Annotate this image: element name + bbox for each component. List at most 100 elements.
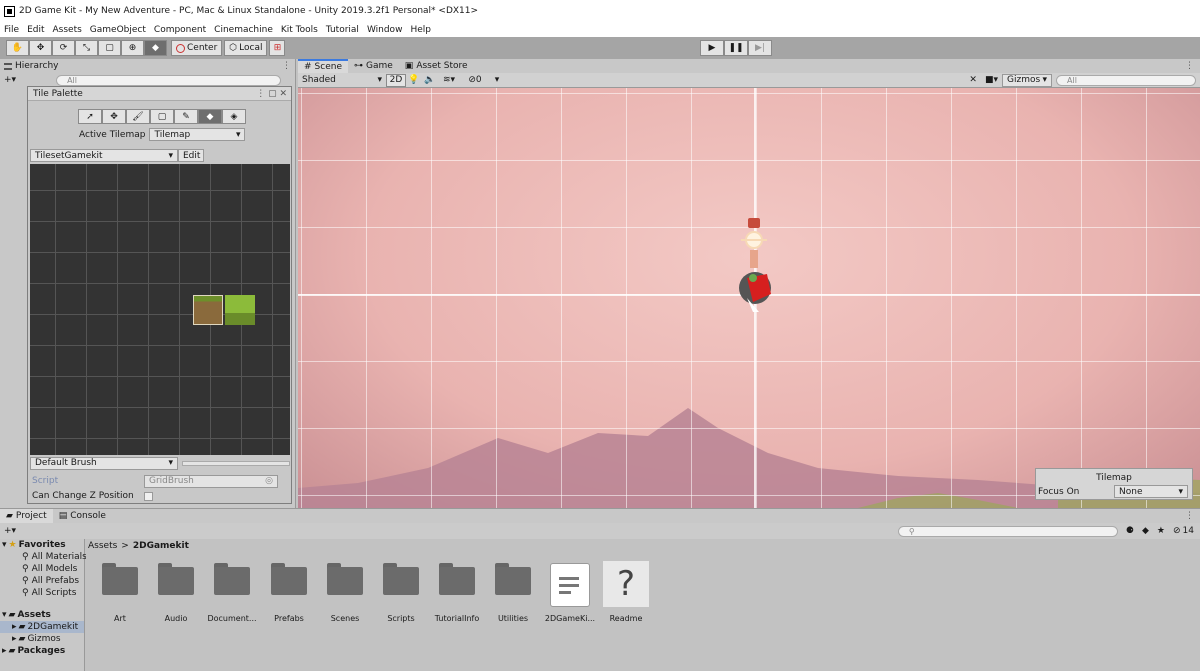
breadcrumb-item[interactable]: Assets bbox=[88, 541, 117, 551]
panel-menu-icon[interactable]: ⋮ bbox=[1185, 511, 1194, 521]
asset-folder[interactable]: Audio bbox=[148, 563, 204, 623]
favorite-star-icon[interactable]: ★ bbox=[1157, 526, 1165, 536]
pivot-center-button[interactable]: Center bbox=[171, 40, 223, 56]
tree-favorite-item[interactable]: ⚲ All Models bbox=[0, 563, 84, 575]
project-search-input[interactable]: ⚲ bbox=[897, 525, 1118, 537]
menu-tutorial[interactable]: Tutorial bbox=[322, 25, 363, 35]
gizmos-dropdown[interactable]: Gizmos ▾ bbox=[1002, 73, 1052, 87]
hierarchy-search-input[interactable]: All bbox=[56, 74, 282, 86]
brush-dropdown[interactable]: Default Brush ▾ bbox=[30, 456, 178, 470]
move-selection-button[interactable]: ✥ bbox=[102, 109, 126, 124]
pivot-local-button[interactable]: ⬡ Local bbox=[224, 40, 268, 56]
menu-gameobject[interactable]: GameObject bbox=[86, 25, 150, 35]
tree-favorites[interactable]: ▾ ★ Favorites bbox=[0, 539, 84, 551]
project-add-button[interactable]: +▾ bbox=[4, 526, 16, 536]
tile-palette-header[interactable]: Tile Palette ⋮ ▢ ✕ bbox=[28, 87, 291, 101]
tree-favorite-item[interactable]: ⚲ All Prefabs bbox=[0, 575, 84, 587]
asset-folder[interactable]: Scripts bbox=[373, 563, 429, 623]
player-character[interactable] bbox=[735, 216, 775, 326]
pause-button[interactable]: ❚❚ bbox=[724, 40, 748, 56]
focus-dropdown[interactable]: None ▾ bbox=[1114, 485, 1188, 498]
tab-console[interactable]: ▤ Console bbox=[53, 509, 112, 523]
tile-dirt[interactable] bbox=[193, 295, 223, 325]
asset-folder[interactable]: Utilities bbox=[485, 563, 541, 623]
menu-cinemachine[interactable]: Cinemachine bbox=[210, 25, 277, 35]
rect-tool-button[interactable]: ▢ bbox=[98, 40, 121, 56]
folder-icon: ▰ bbox=[18, 622, 26, 632]
picker-button[interactable]: ✎ bbox=[174, 109, 198, 124]
folder-icon bbox=[214, 563, 250, 595]
tab-project[interactable]: ▰ Project bbox=[0, 509, 53, 523]
grid-dropdown[interactable]: ▾ bbox=[490, 73, 504, 87]
menu-window[interactable]: Window bbox=[363, 25, 407, 35]
palette-edit-button[interactable]: Edit bbox=[178, 149, 204, 162]
brush-splitter[interactable] bbox=[182, 460, 290, 466]
snap-button[interactable]: ⊞ bbox=[269, 40, 286, 56]
tab-asset-store[interactable]: ▣ Asset Store bbox=[399, 59, 474, 73]
custom-tool-button[interactable]: ◆ bbox=[144, 40, 167, 56]
hidden-objects-toggle[interactable]: ⊘ 0 bbox=[460, 73, 490, 87]
box-icon: ▢ bbox=[157, 111, 167, 122]
asset-folder[interactable]: Scenes bbox=[317, 563, 373, 623]
step-button[interactable]: ▶| bbox=[748, 40, 772, 56]
tools-icon[interactable]: ✕ bbox=[969, 75, 977, 85]
hand-tool-button[interactable]: ✋ bbox=[6, 40, 29, 56]
active-tilemap-dropdown[interactable]: Tilemap ▾ bbox=[149, 128, 246, 141]
shading-dropdown[interactable]: Shaded ▾ bbox=[298, 73, 386, 87]
change-z-checkbox[interactable] bbox=[144, 491, 153, 501]
mode-2d-button[interactable]: 2D bbox=[386, 73, 406, 87]
paint-brush-button[interactable]: 🖌 bbox=[126, 109, 150, 124]
transform-tool-button[interactable]: ⊕ bbox=[121, 40, 144, 56]
window-controls-icon[interactable]: ⋮ ▢ ✕ bbox=[256, 89, 287, 99]
camera-icon[interactable]: ■▾ bbox=[985, 75, 998, 85]
hidden-packages-icon[interactable]: ⊘ bbox=[1173, 526, 1181, 536]
asset-folder[interactable]: Prefabs bbox=[261, 563, 317, 623]
panel-menu-icon[interactable]: ⋮ bbox=[1185, 61, 1194, 71]
tree-favorite-item[interactable]: ⚲ All Scripts bbox=[0, 587, 84, 599]
filter-label-icon[interactable]: ◆ bbox=[1142, 526, 1149, 536]
tile-grass[interactable] bbox=[225, 295, 255, 325]
tab-game[interactable]: ⊶ Game bbox=[348, 59, 399, 73]
move-icon: ✥ bbox=[110, 111, 118, 122]
panel-menu-icon[interactable]: ⋮ bbox=[282, 61, 291, 71]
audio-toggle[interactable]: 🔈 bbox=[422, 73, 438, 87]
tree-packages[interactable]: ▸ ▰ Packages bbox=[0, 645, 84, 657]
palette-dropdown[interactable]: TilesetGamekit ▾ bbox=[30, 149, 178, 162]
asset-folder[interactable]: TutorialInfo bbox=[429, 563, 485, 623]
menu-assets[interactable]: Assets bbox=[49, 25, 86, 35]
asset-document[interactable]: 2DGameKi... bbox=[542, 563, 598, 623]
chevron-right-icon: ▸ bbox=[12, 634, 17, 644]
move-tool-button[interactable]: ✥ bbox=[29, 40, 52, 56]
scene-search-input[interactable]: All bbox=[1056, 74, 1196, 86]
menu-component[interactable]: Component bbox=[150, 25, 210, 35]
menu-help[interactable]: Help bbox=[406, 25, 435, 35]
menu-edit[interactable]: Edit bbox=[23, 25, 48, 35]
tab-scene[interactable]: # Scene bbox=[298, 59, 348, 73]
asset-folder[interactable]: Document... bbox=[204, 563, 260, 623]
menu-file[interactable]: File bbox=[0, 25, 23, 35]
flood-fill-button[interactable]: ◈ bbox=[222, 109, 246, 124]
play-button[interactable]: ▶ bbox=[700, 40, 724, 56]
scale-tool-button[interactable]: ⤡ bbox=[75, 40, 98, 56]
hierarchy-add-button[interactable]: +▾ bbox=[4, 75, 16, 85]
tree-folder-gizmos[interactable]: ▸ ▰ Gizmos bbox=[0, 633, 84, 645]
tab-scene-label: Scene bbox=[314, 62, 342, 72]
rotate-tool-button[interactable]: ⟳ bbox=[52, 40, 75, 56]
tree-folder-2dgamekit[interactable]: ▸ ▰ 2DGamekit bbox=[0, 621, 84, 633]
scene-viewport[interactable] bbox=[298, 88, 1200, 508]
tree-assets[interactable]: ▾ ▰ Assets bbox=[0, 609, 84, 621]
asset-folder[interactable]: Art bbox=[92, 563, 148, 623]
box-fill-button[interactable]: ▢ bbox=[150, 109, 174, 124]
lighting-toggle[interactable]: 💡 bbox=[406, 73, 422, 87]
palette-grid[interactable] bbox=[30, 164, 290, 455]
menu-kit-tools[interactable]: Kit Tools bbox=[277, 25, 322, 35]
eraser-button[interactable]: ◆ bbox=[198, 109, 222, 124]
tree-favorite-item[interactable]: ⚲ All Materials bbox=[0, 551, 87, 563]
filter-type-icon[interactable]: ⚈ bbox=[1126, 526, 1134, 536]
package-count: 14 bbox=[1182, 526, 1194, 536]
effects-dropdown[interactable]: ≋▾ bbox=[438, 73, 460, 87]
asset-readme[interactable]: ? Readme bbox=[598, 561, 654, 623]
hierarchy-tab[interactable]: Hierarchy ⋮ bbox=[0, 59, 295, 73]
breadcrumb-item[interactable]: 2DGamekit bbox=[133, 541, 189, 551]
select-tool-button[interactable]: ➚ bbox=[78, 109, 102, 124]
